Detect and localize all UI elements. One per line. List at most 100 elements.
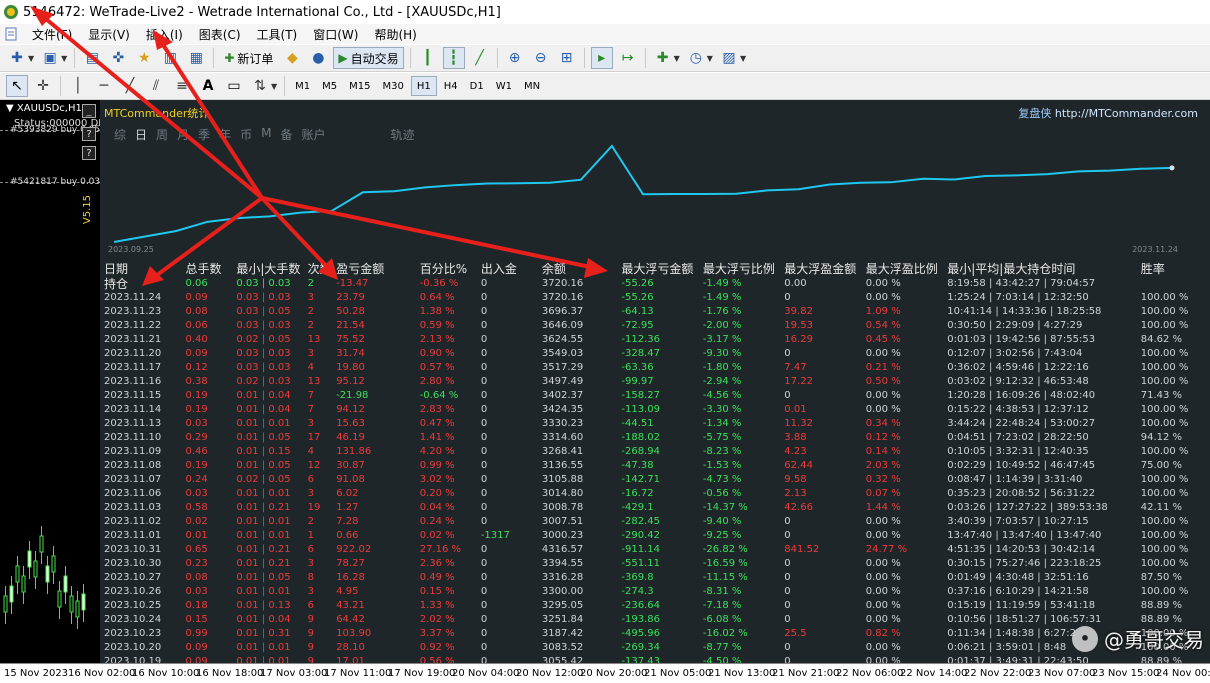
table-row: 2023.11.01 0.01 0.01 | 0.01 1 0.66 0.02 % -131… bbox=[104, 529, 1204, 543]
table-cell: 0 bbox=[480, 544, 488, 555]
line-chart-icon[interactable]: ╱ bbox=[469, 47, 491, 69]
fibonacci-icon[interactable]: ≡ bbox=[171, 75, 193, 97]
table-cell: -16.72 bbox=[621, 488, 654, 499]
table-cell: 3497.49 bbox=[541, 376, 584, 387]
menu-charts[interactable]: 图表(C) bbox=[191, 26, 249, 43]
bar-chart-icon[interactable]: ┃ bbox=[417, 47, 439, 69]
templates-dropdown-icon[interactable]: ▼ bbox=[740, 54, 746, 63]
timeframe-m5[interactable]: M5 bbox=[317, 76, 342, 96]
table-cell: 0 bbox=[784, 530, 791, 541]
arrows-dropdown-icon[interactable]: ▼ bbox=[271, 82, 277, 91]
equidistant-channel-icon[interactable]: ⫽ bbox=[145, 75, 167, 97]
table-cell: 0.00 % bbox=[865, 390, 901, 401]
table-cell: 0:01:49 | 4:30:48 | 32:51:16 bbox=[947, 572, 1089, 583]
table-cell: 15.63 bbox=[336, 418, 365, 429]
brand-name: 复盘侠 bbox=[1018, 107, 1052, 120]
menu-insert[interactable]: 插入(I) bbox=[138, 26, 191, 43]
table-cell: 2.80 % bbox=[419, 376, 455, 387]
vertical-line-icon[interactable]: │ bbox=[67, 75, 89, 97]
menu-view[interactable]: 显示(V) bbox=[80, 26, 138, 43]
periods-dropdown-icon[interactable]: ▼ bbox=[707, 54, 713, 63]
table-cell: 3624.55 bbox=[541, 334, 584, 345]
terminal-icon[interactable]: ▥ bbox=[159, 47, 181, 69]
timeframe-d1[interactable]: D1 bbox=[465, 76, 489, 96]
time-tick: 23 Nov 07:00 bbox=[1028, 668, 1096, 679]
autoscroll-icon[interactable]: ▸ bbox=[590, 47, 613, 69]
candlestick-icon[interactable]: ┇ bbox=[442, 47, 465, 69]
table-cell: 3187.42 bbox=[541, 628, 584, 639]
table-cell: -8.31 % bbox=[702, 586, 742, 597]
timeframe-m30[interactable]: M30 bbox=[378, 76, 409, 96]
metaeditor-icon[interactable]: ◆ bbox=[281, 47, 303, 69]
profiles-icon[interactable]: ▣ bbox=[39, 47, 61, 69]
new-chart-icon[interactable]: ✚ bbox=[6, 47, 28, 69]
table-cell: 0 bbox=[784, 572, 791, 583]
time-tick: 17 Nov 19:00 bbox=[388, 668, 456, 679]
table-row: 2023.10.30 0.23 0.01 | 0.21 3 78.27 2.36 % 0 33… bbox=[104, 557, 1204, 571]
table-cell: -113.09 bbox=[621, 404, 660, 415]
table-cell: 0 bbox=[480, 362, 488, 373]
market-watch-icon[interactable]: ▤ bbox=[81, 47, 103, 69]
timeframe-m15[interactable]: M15 bbox=[344, 76, 375, 96]
tile-windows-icon[interactable]: ⊞ bbox=[556, 47, 578, 69]
table-cell: 100.00 % bbox=[1140, 586, 1189, 597]
indicators-dropdown-icon[interactable]: ▼ bbox=[674, 54, 680, 63]
menu-window[interactable]: 窗口(W) bbox=[305, 26, 366, 43]
menu-tools[interactable]: 工具(T) bbox=[249, 26, 306, 43]
table-cell: 0 bbox=[784, 642, 791, 653]
chart-window[interactable]: ▼ XAUUSDc,H1 Status:000000 DII #5393829 … bbox=[0, 100, 1210, 663]
table-cell: 0:08:47 | 1:14:39 | 3:31:40 bbox=[947, 474, 1083, 485]
cursor-icon[interactable]: ↖ bbox=[6, 75, 28, 97]
table-cell: -137.43 bbox=[621, 656, 660, 663]
brand-url: http://MTCommander.com bbox=[1054, 107, 1198, 120]
navigator-icon[interactable]: ★ bbox=[133, 47, 155, 69]
watermark-text: @勇哥交易 bbox=[1104, 628, 1204, 652]
crosshair-icon[interactable]: ✛ bbox=[32, 75, 54, 97]
timeframe-m1[interactable]: M1 bbox=[290, 76, 315, 96]
timeframe-h4[interactable]: H4 bbox=[439, 76, 463, 96]
table-cell: -99.97 bbox=[621, 376, 654, 387]
table-row: 2023.11.16 0.38 0.02 | 0.03 13 95.12 2.80 % 0 3… bbox=[104, 375, 1204, 389]
signals-icon[interactable]: ● bbox=[307, 47, 329, 69]
time-tick: 21 Nov 05:00 bbox=[644, 668, 712, 679]
arrows-icon[interactable]: ⇅ bbox=[249, 75, 271, 97]
timeframe-mn[interactable]: MN bbox=[519, 76, 545, 96]
table-cell: 2023.11.15 bbox=[104, 390, 162, 401]
table-cell: 0.01 | 0.01 bbox=[236, 530, 291, 541]
chart-shift-icon[interactable]: ↦ bbox=[617, 47, 639, 69]
price-chart[interactable]: ▼ XAUUSDc,H1 Status:000000 DII #5393829 … bbox=[0, 100, 104, 663]
candles-area bbox=[3, 526, 86, 629]
profiles-dropdown-icon[interactable]: ▼ bbox=[61, 54, 67, 63]
table-cell: 46.19 bbox=[336, 432, 365, 443]
templates-icon[interactable]: ▨ bbox=[718, 47, 740, 69]
toolbar-separator bbox=[60, 76, 61, 96]
table-cell: 0 bbox=[480, 642, 488, 653]
table-cell: 0:03:02 | 9:12:32 | 46:53:48 bbox=[947, 376, 1089, 387]
timeframe-w1[interactable]: W1 bbox=[491, 76, 517, 96]
table-cell: -4.50 % bbox=[702, 656, 742, 663]
zoom-in-icon[interactable]: ⊕ bbox=[504, 47, 526, 69]
data-window-icon[interactable]: ✜ bbox=[107, 47, 129, 69]
indicators-icon[interactable]: ✚ bbox=[652, 47, 674, 69]
auto-trading-button[interactable]: ▶ 自动交易 bbox=[333, 47, 404, 69]
strategy-tester-icon[interactable]: ▦ bbox=[185, 47, 207, 69]
text-label-icon[interactable]: ▭ bbox=[223, 75, 245, 97]
table-cell: 4 bbox=[307, 446, 315, 457]
table-cell: 4.23 bbox=[784, 446, 807, 457]
zoom-out-icon[interactable]: ⊖ bbox=[530, 47, 552, 69]
table-cell: 8 bbox=[307, 572, 315, 583]
new-chart-dropdown-icon[interactable]: ▼ bbox=[28, 54, 34, 63]
toolbar-separator bbox=[409, 48, 411, 68]
table-cell: 7 bbox=[307, 390, 315, 401]
trendline-icon[interactable]: ╱ bbox=[119, 75, 141, 97]
new-order-button[interactable]: ✚ 新订单 bbox=[220, 47, 277, 69]
table-cell: 12 bbox=[307, 460, 321, 471]
text-tool-icon[interactable]: A bbox=[197, 75, 219, 97]
horizontal-line-icon[interactable]: ─ bbox=[93, 75, 115, 97]
brand-link[interactable]: 复盘侠 http://MTCommander.com bbox=[1018, 105, 1198, 121]
menu-help[interactable]: 帮助(H) bbox=[366, 26, 424, 43]
timeframe-h1[interactable]: H1 bbox=[410, 76, 437, 96]
menu-file[interactable]: 文件(F) bbox=[24, 26, 80, 43]
document-icon[interactable] bbox=[4, 27, 18, 41]
periods-clock-icon[interactable]: ◷ bbox=[685, 47, 707, 69]
